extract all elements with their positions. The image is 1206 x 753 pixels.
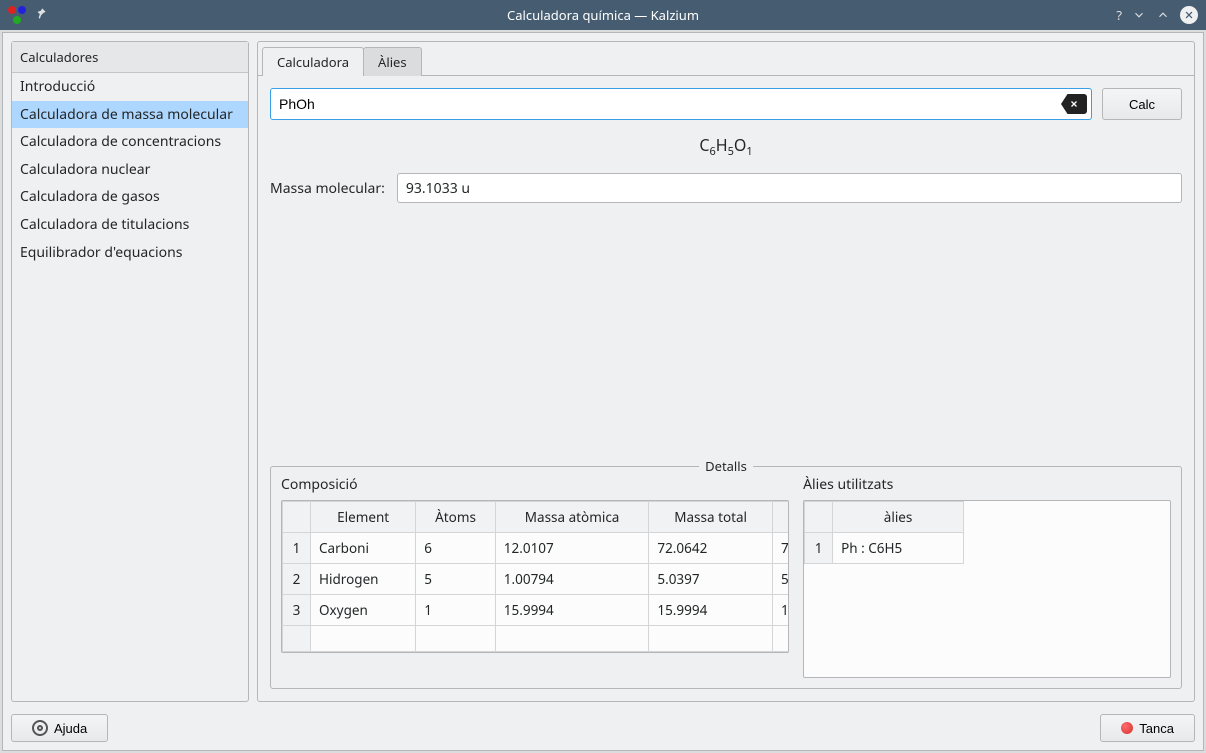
tab-calculadora[interactable]: Calculadora <box>262 47 364 76</box>
aliases-table: àlies 1 Ph : C6H5 <box>804 501 964 564</box>
formula-input[interactable] <box>279 96 1061 112</box>
help-ring-icon <box>32 720 48 736</box>
col-percent[interactable]: Percentatge <box>772 502 789 533</box>
col-alias[interactable]: àlies <box>833 502 964 533</box>
calc-button[interactable]: Calc <box>1102 88 1182 120</box>
sidebar-item-equacions[interactable]: Equilibrador d'equacions <box>12 239 248 267</box>
mass-label: Massa molecular: <box>270 179 385 198</box>
tab-alies[interactable]: Àlies <box>363 47 422 76</box>
table-row[interactable]: 1 Carboni 6 12.0107 72.0642 77.4024 <box>283 533 790 564</box>
app-icon <box>8 6 26 24</box>
aliases-table-wrap[interactable]: àlies 1 Ph : C6H5 <box>803 500 1171 678</box>
col-atomic-mass[interactable]: Massa atòmica <box>495 502 649 533</box>
pin-icon[interactable] <box>34 6 48 24</box>
composition-table: Element Àtoms Massa atòmica Massa total … <box>282 501 789 652</box>
aliases-label: Àlies utilitzats <box>803 475 1171 494</box>
composition-table-wrap[interactable]: Element Àtoms Massa atòmica Massa total … <box>281 500 789 653</box>
calculators-list: Introducció Calculadora de massa molecul… <box>12 73 248 266</box>
titlebar: Calculadora química — Kalzium ? <box>0 0 1206 30</box>
col-total-mass[interactable]: Massa total <box>649 502 773 533</box>
table-row[interactable]: 2 Hidrogen 5 1.00794 5.0397 5.41302 <box>283 564 790 595</box>
mass-value-field[interactable]: 93.1033 u <box>397 173 1182 203</box>
sidebar-item-massa-molecular[interactable]: Calculadora de massa molecular <box>12 101 248 129</box>
formula-input-wrap[interactable] <box>270 88 1092 120</box>
close-button[interactable]: Tanca <box>1100 714 1195 742</box>
col-atoms[interactable]: Àtoms <box>416 502 495 533</box>
sidebar-item-nuclear[interactable]: Calculadora nuclear <box>12 156 248 184</box>
table-row[interactable]: 1 Ph : C6H5 <box>805 533 964 564</box>
minimize-icon[interactable] <box>1132 8 1146 22</box>
close-icon[interactable] <box>1180 6 1198 24</box>
col-element[interactable]: Element <box>311 502 416 533</box>
details-group: Detalls Composició Element Àtoms <box>270 466 1182 689</box>
calculators-header: Calculadores <box>12 42 248 73</box>
maximize-icon[interactable] <box>1156 8 1170 22</box>
sidebar-item-concentracions[interactable]: Calculadora de concentracions <box>12 128 248 156</box>
details-title: Detalls <box>699 457 753 475</box>
clear-input-icon[interactable] <box>1061 94 1087 114</box>
table-row <box>283 626 790 652</box>
close-dot-icon <box>1121 722 1133 734</box>
tabs-frame: Calculadora Àlies Calc C6H <box>257 41 1195 702</box>
expanded-formula: C6H5O1 <box>270 130 1182 163</box>
sidebar-item-titulacions[interactable]: Calculadora de titulacions <box>12 211 248 239</box>
window-title: Calculadora química — Kalzium <box>0 6 1206 24</box>
sidebar-item-introduccio[interactable]: Introducció <box>12 73 248 101</box>
table-row[interactable]: 3 Oxygen 1 15.9994 15.9994 17.1846 <box>283 595 790 626</box>
help-button[interactable]: Ajuda <box>11 714 108 742</box>
help-icon[interactable]: ? <box>1116 6 1122 24</box>
composition-label: Composició <box>281 475 789 494</box>
calculators-panel: Calculadores Introducció Calculadora de … <box>11 41 249 702</box>
sidebar-item-gasos[interactable]: Calculadora de gasos <box>12 183 248 211</box>
dialog-footer: Ajuda Tanca <box>11 710 1195 742</box>
